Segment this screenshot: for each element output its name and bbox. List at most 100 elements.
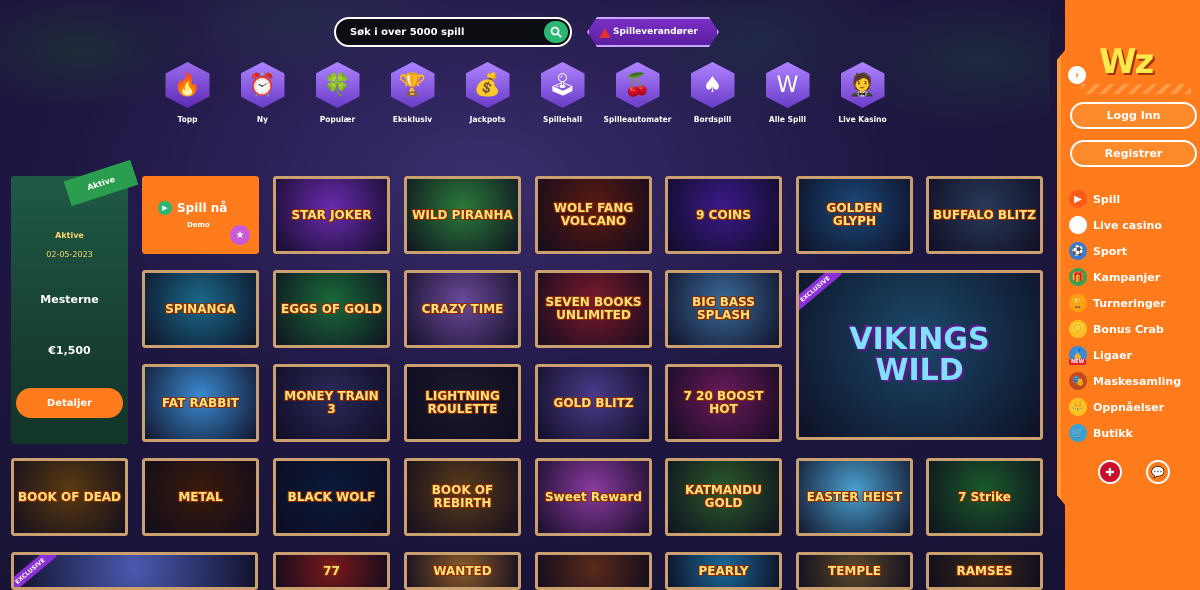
game-title: LIGHTNING ROULETTE [425,389,500,416]
game-tile[interactable]: KATMANDU GOLD [665,458,782,536]
search-button[interactable] [544,21,568,43]
sidebar-item-sport[interactable]: ⚽ Sport [1069,238,1181,264]
sidebar-toggle-icon[interactable]: › [1068,66,1086,84]
game-tile[interactable]: MONEY TRAIN 3 [273,364,390,442]
game-tile[interactable]: EASTER HEIST [796,458,913,536]
register-button[interactable]: Registrer [1070,140,1197,167]
game-tile[interactable]: BOOK OF REBIRTH [404,458,521,536]
game-tile[interactable]: BLACK WOLF [273,458,390,536]
game-tile[interactable]: BUFFALO BLITZ [926,176,1043,254]
game-tile[interactable]: 7 20 BOOST HOT [665,364,782,442]
game-tile[interactable]: 77 [273,552,390,590]
game-tile[interactable]: WILD PIRANHA [404,176,521,254]
category-topp[interactable]: 🔥 Topp [150,62,225,124]
norway-flag-icon[interactable]: ✚ [1098,460,1122,484]
category-alle-spill[interactable]: W Alle Spill [750,62,825,124]
sidebar-item-turneringer[interactable]: 🏆 Turneringer [1069,290,1181,316]
category-label: Bordspill [693,115,732,124]
game-tile[interactable]: GOLDEN GLYPH [796,176,913,254]
sidebar-item-bonus-crab[interactable]: 🪙 Bonus Crab [1069,316,1181,342]
category-icon: 💰 [465,62,510,108]
tournament-title: Mesterne [40,293,99,306]
sidebar-item-spill[interactable]: ▶ Spill [1069,186,1181,212]
game-title: BOOK OF DEAD [18,489,122,504]
game-tile[interactable]: VIKINGS WILD EXCLUSIVE [796,270,1043,440]
category-spilleautomater[interactable]: 🍒 Spilleautomater [600,62,675,124]
brand-logo[interactable]: Wz [1099,42,1154,82]
game-tile[interactable]: EXCLUSIVE [11,552,258,590]
category-icon: 🍒 [615,62,660,108]
game-tile[interactable]: WANTED [404,552,521,590]
sidebar-item-ligaer[interactable]: 🏅 Ligaer NEW [1069,342,1181,368]
sidebar-item-oppnåelser[interactable]: 👑 Oppnåelser [1069,394,1181,420]
sidebar-item-icon: 🪙 [1069,320,1087,338]
game-tile[interactable]: FAT RABBIT [142,364,259,442]
game-tile[interactable]: 7 Strike [926,458,1043,536]
game-title: Sweet Reward [545,489,642,504]
game-tile[interactable] [535,552,652,590]
sidebar-item-kampanjer[interactable]: 🎁 Kampanjer [1069,264,1181,290]
exclusive-badge: EXCLUSIVE [14,555,57,587]
game-tile[interactable]: RAMSES [926,552,1043,590]
right-sidebar: › Wz Logg Inn Registrer ▶ Spill ● Live casi… [1057,0,1200,590]
game-tile[interactable]: SPINANGA [142,270,259,348]
game-title: 7 Strike [958,489,1011,504]
game-tile[interactable]: BOOK OF DEAD [11,458,128,536]
game-tile[interactable]: BIG BASS SPLASH [665,270,782,348]
category-populær[interactable]: 🍀 Populær [300,62,375,124]
game-title: PEARLY [698,563,749,578]
chat-icon[interactable]: 💬 [1146,460,1170,484]
game-title: CRAZY TIME [421,301,504,316]
game-tile[interactable]: WOLF FANG VOLCANO [535,176,652,254]
category-spillehall[interactable]: 🕹 Spillehall [525,62,600,124]
sidebar-item-label: Sport [1093,244,1128,258]
sidebar-item-label: Ligaer [1093,348,1132,362]
game-tile[interactable]: TEMPLE [796,552,913,590]
sidebar-item-icon: ▶ [1069,190,1087,208]
category-label: Alle Spill [768,115,807,124]
login-button[interactable]: Logg Inn [1070,102,1197,129]
game-title: VIKINGS WILD [849,321,990,388]
sidebar-item-label: Spill [1093,192,1121,206]
category-label: Eksklusiv [392,115,433,124]
game-tile[interactable]: CRAZY TIME [404,270,521,348]
category-label: Ny [256,115,269,124]
sidebar-item-icon: ⚽ [1069,242,1087,260]
game-title: METAL [178,489,223,504]
search-bar[interactable] [334,17,572,47]
category-ny[interactable]: ⏰ Ny [225,62,300,124]
category-jackpots[interactable]: 💰 Jackpots [450,62,525,124]
star-icon[interactable]: ★ [230,225,250,245]
game-tile[interactable]: EGGS OF GOLD [273,270,390,348]
category-bordspill[interactable]: ♠ Bordspill [675,62,750,124]
category-icon: ♠ [690,62,735,108]
game-tile[interactable]: SEVEN BOOKS UNLIMITED [535,270,652,348]
category-icon: 🕹 [540,62,585,108]
sidebar-item-maskesamling[interactable]: 🎭 Maskesamling [1069,368,1181,394]
game-title: EGGS OF GOLD [281,301,382,316]
category-eksklusiv[interactable]: 🏆 Eksklusiv [375,62,450,124]
play-icon: ▶ [158,201,172,215]
game-tile[interactable]: 9 COINS [665,176,782,254]
game-tile[interactable]: LIGHTNING ROULETTE [404,364,521,442]
game-tile[interactable]: METAL [142,458,259,536]
game-tile[interactable]: STAR JOKER [273,176,390,254]
sidebar-item-live-casino[interactable]: ● Live casino [1069,212,1181,238]
game-tile[interactable]: GOLD BLITZ [535,364,652,442]
sidebar-item-label: Oppnåelser [1093,400,1165,414]
providers-label: Spilleverandører [613,27,698,37]
sidebar-item-butikk[interactable]: 🛒 Butikk [1069,420,1181,446]
category-label: Jackpots [469,115,506,124]
details-button[interactable]: Detaljer [16,388,123,418]
category-icon: W [765,62,810,108]
providers-button[interactable]: Spilleverandører [587,17,719,47]
category-live-kasino[interactable]: 🤵 Live Kasino [825,62,900,124]
search-input[interactable] [350,26,540,38]
game-title: KATMANDU GOLD [685,483,762,510]
category-icon: 🔥 [165,62,210,108]
game-tile[interactable]: Sweet Reward [535,458,652,536]
search-icon [550,26,562,38]
game-tile[interactable]: PEARLY [665,552,782,590]
sidebar-item-icon: ● [1069,216,1087,234]
play-now-card[interactable]: ▶ Spill nå Demo ★ [142,176,259,254]
